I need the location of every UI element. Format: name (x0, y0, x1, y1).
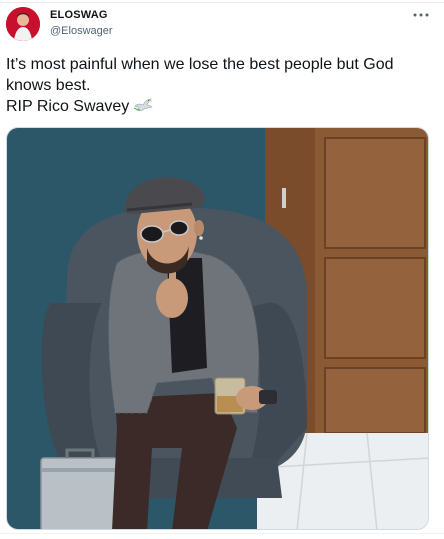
more-options-button[interactable] (410, 6, 432, 24)
tweet-text: It’s most painful when we lose the best … (6, 54, 436, 119)
avatar-image (6, 7, 40, 41)
avatar[interactable] (6, 7, 40, 41)
display-name[interactable]: ELOSWAG (50, 9, 108, 21)
dove-emoji (133, 97, 153, 119)
photo-image (7, 128, 428, 529)
tweet-text-line-rip: RIP Rico Swavey (6, 96, 436, 119)
top-divider (0, 0, 444, 3)
tweet-photo[interactable] (6, 127, 429, 530)
tweet-text-line: knows best. (6, 77, 91, 94)
tweet-text-rip: RIP Rico Swavey (6, 98, 130, 115)
more-horizontal-icon (413, 13, 429, 17)
bottom-divider (0, 533, 444, 539)
tweet-text-line: It’s most painful when we lose the best … (6, 56, 394, 73)
tweet-card: ELOSWAG @Eloswager It’s most painful whe… (0, 0, 444, 539)
user-handle[interactable]: @Eloswager (50, 25, 113, 37)
